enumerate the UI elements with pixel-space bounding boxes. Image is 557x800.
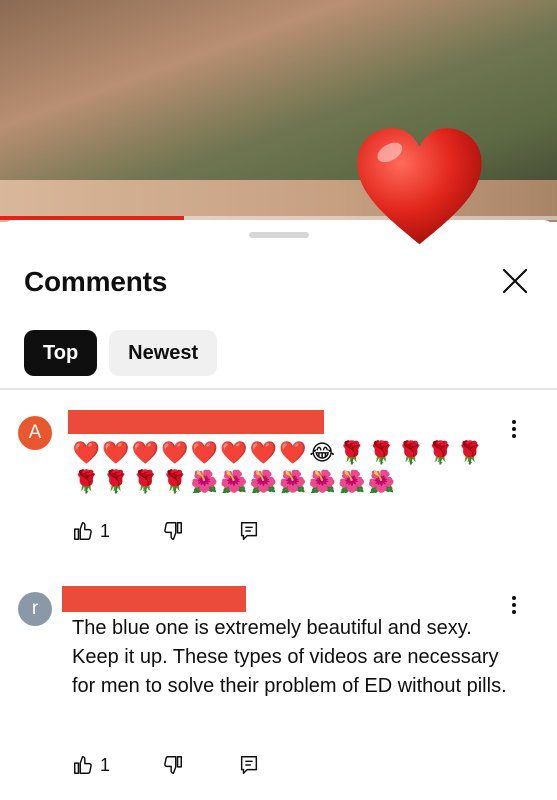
emoji: 🌺 bbox=[308, 470, 337, 495]
emoji: 🌺 bbox=[190, 470, 219, 495]
comment-text: The blue one is extremely beautiful and … bbox=[72, 617, 507, 697]
emoji: ❤️ bbox=[102, 441, 131, 466]
emoji: 🌹 bbox=[72, 470, 101, 495]
emoji: 🌹 bbox=[426, 441, 455, 466]
close-icon[interactable] bbox=[498, 264, 532, 298]
drag-handle[interactable] bbox=[249, 232, 309, 238]
emoji: 😂 bbox=[309, 441, 337, 466]
thumb-down-icon bbox=[164, 756, 182, 774]
emoji: 🌹 bbox=[397, 441, 426, 466]
sheet-title: Comments bbox=[24, 266, 168, 297]
comment-emoji-line: ❤️❤️❤️❤️❤️❤️❤️❤️😂🌹🌹🌹🌹🌹 bbox=[72, 440, 485, 468]
comment-actions: 1 bbox=[72, 520, 260, 542]
emoji: ❤️ bbox=[249, 441, 278, 466]
more-options-icon[interactable] bbox=[506, 594, 522, 616]
avatar[interactable]: A bbox=[18, 416, 52, 450]
more-options-icon[interactable] bbox=[506, 418, 522, 440]
emoji: 🌹 bbox=[456, 441, 485, 466]
dislike-button[interactable] bbox=[162, 520, 184, 542]
tab-newest[interactable]: Newest bbox=[109, 330, 218, 376]
emoji: ❤️ bbox=[161, 441, 190, 466]
emoji: 🌹 bbox=[161, 470, 190, 495]
comment-actions: 1 bbox=[72, 754, 260, 776]
comment-emoji-line: 🌹🌹🌹🌹🌺🌺🌺🌺🌺🌺🌺 bbox=[72, 469, 397, 497]
divider bbox=[0, 388, 557, 390]
emoji: ❤️ bbox=[190, 441, 219, 466]
emoji: 🌺 bbox=[279, 470, 308, 495]
reply-icon bbox=[240, 756, 258, 774]
redacted-username bbox=[62, 586, 246, 612]
dislike-button[interactable] bbox=[162, 754, 184, 776]
reply-button[interactable] bbox=[238, 754, 260, 776]
tab-top[interactable]: Top bbox=[24, 330, 98, 376]
sort-tabs: Top Newest bbox=[24, 330, 218, 376]
thumb-up-icon bbox=[74, 756, 92, 774]
heart-reaction-icon bbox=[357, 128, 482, 245]
emoji: 🌺 bbox=[220, 470, 249, 495]
emoji: ❤️ bbox=[72, 441, 101, 466]
reply-button[interactable] bbox=[238, 520, 260, 542]
avatar[interactable]: r bbox=[18, 592, 52, 626]
like-button[interactable]: 1 bbox=[72, 520, 110, 542]
thumb-down-icon bbox=[164, 522, 182, 540]
redacted-username bbox=[68, 410, 324, 434]
emoji: ❤️ bbox=[131, 441, 160, 466]
like-count: 1 bbox=[100, 754, 111, 775]
thumb-up-icon bbox=[74, 522, 92, 540]
emoji: ❤️ bbox=[220, 441, 249, 466]
like-count: 1 bbox=[100, 520, 111, 541]
emoji: 🌹 bbox=[367, 441, 396, 466]
reply-icon bbox=[240, 522, 258, 540]
emoji: 🌹 bbox=[338, 441, 367, 466]
emoji: 🌹 bbox=[102, 470, 131, 495]
like-button[interactable]: 1 bbox=[72, 754, 110, 776]
emoji: 🌺 bbox=[249, 470, 278, 495]
emoji: 🌺 bbox=[367, 470, 396, 495]
emoji: ❤️ bbox=[279, 441, 308, 466]
emoji: 🌹 bbox=[131, 470, 160, 495]
comments-sheet: Comments Top Newest A ❤️❤️❤️❤️❤️❤️❤️❤️😂🌹… bbox=[0, 220, 557, 800]
emoji: 🌺 bbox=[338, 470, 367, 495]
